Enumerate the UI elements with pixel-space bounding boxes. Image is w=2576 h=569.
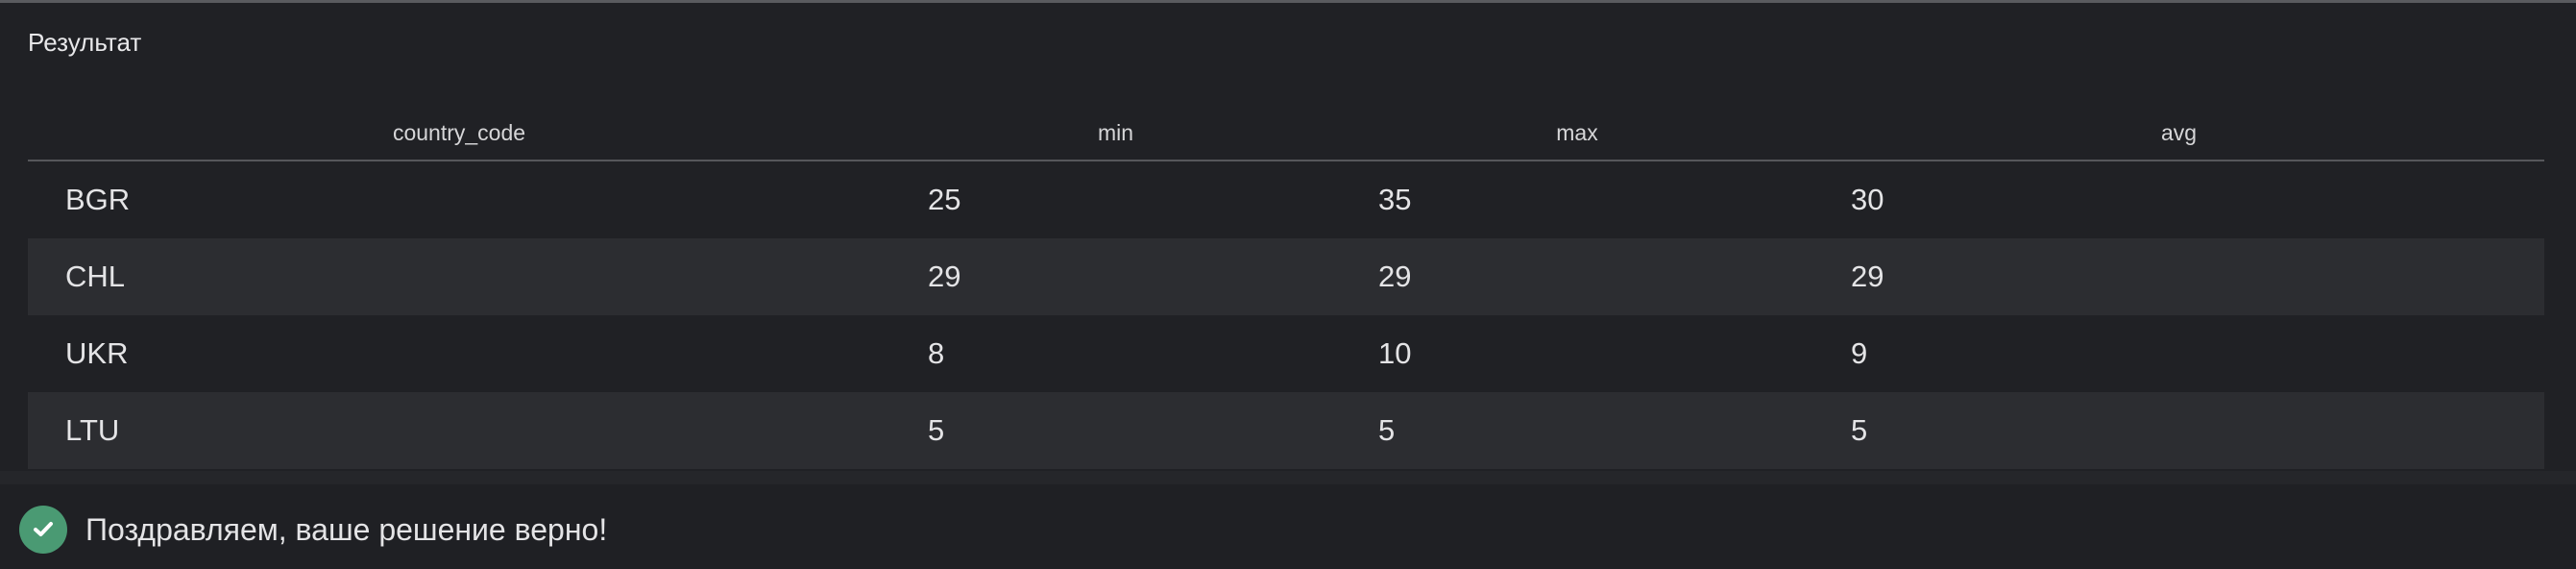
column-header-max: max bbox=[1341, 106, 1813, 161]
cell-country-code: BGR bbox=[65, 183, 131, 216]
cell-max: 5 bbox=[1341, 392, 1813, 469]
cell-max: 10 bbox=[1378, 336, 1412, 370]
cell-avg: 5 bbox=[1813, 392, 2544, 469]
cell-max: 35 bbox=[1378, 183, 1412, 216]
cell-avg: 29 bbox=[1813, 238, 2544, 315]
result-table: country_code min max avg BGR 25 35 30 CH… bbox=[28, 106, 2544, 469]
column-header-avg: avg bbox=[1813, 106, 2544, 161]
cell-max: 29 bbox=[1341, 238, 1813, 315]
check-circle-icon bbox=[19, 506, 67, 554]
table-row: BGR 25 35 30 bbox=[28, 161, 2544, 238]
cell-country-code: LTU bbox=[28, 392, 890, 469]
success-message: Поздравляем, ваше решение верно! bbox=[19, 506, 607, 554]
success-message-text: Поздравляем, ваше решение верно! bbox=[85, 511, 608, 547]
cell-country-code: UKR bbox=[65, 336, 129, 370]
column-header-min: min bbox=[890, 106, 1341, 161]
result-title: Результат bbox=[28, 28, 142, 57]
cell-avg: 30 bbox=[1851, 183, 1884, 216]
table-header-row: country_code min max avg bbox=[28, 106, 2544, 161]
cell-avg: 9 bbox=[1851, 336, 1868, 370]
cell-country-code: CHL bbox=[28, 238, 890, 315]
cell-min: 8 bbox=[928, 336, 945, 370]
cell-min: 29 bbox=[890, 238, 1341, 315]
column-header-country-code: country_code bbox=[28, 106, 890, 161]
cell-min: 25 bbox=[928, 183, 961, 216]
cell-min: 5 bbox=[890, 392, 1341, 469]
panel-divider bbox=[0, 471, 2576, 484]
table-row: UKR 8 10 9 bbox=[28, 315, 2544, 392]
table-row: CHL 29 29 29 bbox=[28, 238, 2544, 315]
table-row: LTU 5 5 5 bbox=[28, 392, 2544, 469]
